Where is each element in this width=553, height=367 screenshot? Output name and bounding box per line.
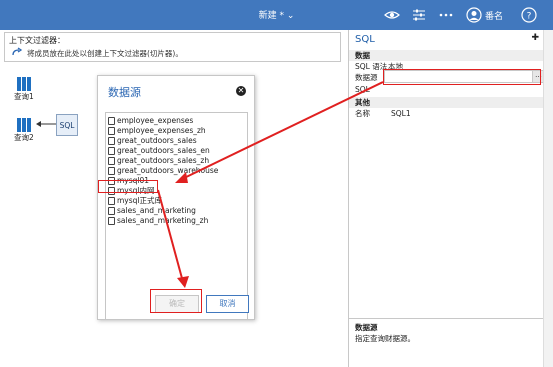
arrow-to-ok — [157, 189, 184, 283]
arrow-to-item — [179, 81, 384, 181]
arrow-head — [175, 172, 188, 183]
arrow-head — [177, 276, 189, 288]
annotation-arrows — [157, 81, 384, 288]
